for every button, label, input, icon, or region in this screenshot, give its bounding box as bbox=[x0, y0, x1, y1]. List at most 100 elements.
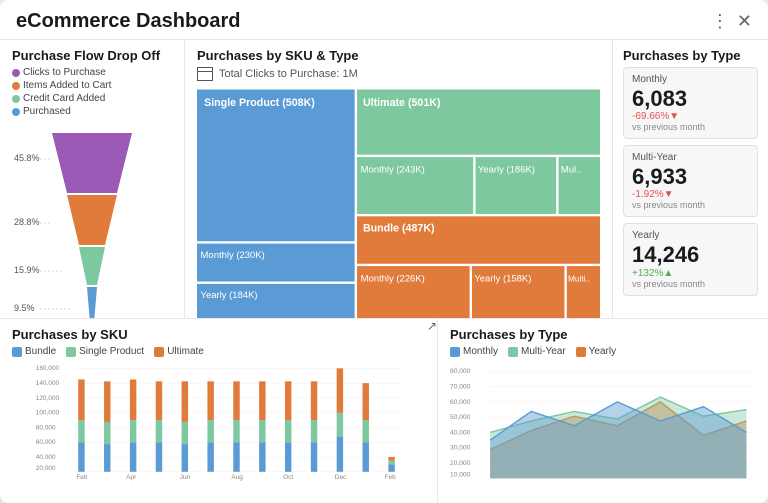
legend-single: Single Product bbox=[66, 346, 144, 357]
svg-text:Dec: Dec bbox=[335, 474, 347, 481]
svg-text:Multi..: Multi.. bbox=[568, 274, 590, 284]
svg-text:120,000: 120,000 bbox=[36, 395, 60, 402]
purchases-by-sku-title: Purchases by SKU bbox=[12, 327, 128, 342]
treemap-header: Total Clicks to Purchase: 1M bbox=[197, 67, 600, 81]
close-icon[interactable]: ✕ bbox=[737, 11, 752, 32]
purchases-by-type-chart-title: Purchases by Type bbox=[450, 327, 756, 342]
legend-label-cc: Credit Card Added bbox=[23, 93, 105, 104]
purchases-sku-type-panel: Purchases by SKU & Type Total Clicks to … bbox=[185, 40, 613, 318]
svg-text:Yearly (158K): Yearly (158K) bbox=[474, 274, 531, 285]
svg-text:160,000: 160,000 bbox=[36, 365, 60, 372]
main-content: Purchase Flow Drop Off Clicks to Purchas… bbox=[0, 40, 768, 318]
legend-label-yearly-type: Yearly bbox=[589, 346, 616, 357]
legend-item-cart: Items Added to Cart bbox=[12, 80, 111, 91]
sku-chart-legend: Bundle Single Product Ultimate bbox=[12, 346, 425, 357]
svg-text:140,000: 140,000 bbox=[36, 380, 60, 387]
legend-dot-purchased bbox=[12, 108, 20, 116]
sku-bar-chart: 160,000 140,000 120,000 100,000 80,000 6… bbox=[12, 361, 425, 481]
treemap-icon bbox=[197, 67, 213, 81]
stat-card-monthly: Monthly 6,083 -69.66%▼ vs previous month bbox=[623, 67, 758, 139]
funnel-layer-orange bbox=[67, 195, 117, 245]
svg-text:70,000: 70,000 bbox=[450, 383, 471, 390]
stat-change-multiyear: -1.92%▼ bbox=[632, 189, 749, 200]
legend-ultimate: Ultimate bbox=[154, 346, 204, 357]
purchases-by-type-chart-panel: Purchases by Type Monthly Multi-Year Yea… bbox=[438, 319, 768, 503]
svg-text:Yearly (184K): Yearly (184K) bbox=[201, 290, 258, 301]
legend-label-clicks: Clicks to Purchase bbox=[23, 67, 106, 78]
legend-dot-ultimate bbox=[154, 347, 164, 357]
stat-value-multiyear: 6,933 bbox=[632, 165, 749, 189]
funnel-chart: 45.8% 28.8% 15.9% 9.5% bbox=[12, 123, 172, 318]
stat-card-yearly: Yearly 14,246 +132%▲ vs previous month bbox=[623, 223, 758, 295]
svg-text:Single Product (508K): Single Product (508K) bbox=[204, 97, 315, 109]
svg-text:Ultimate (501K): Ultimate (501K) bbox=[363, 97, 441, 109]
legend-label-purchased: Purchased bbox=[23, 106, 71, 117]
stat-change-monthly: -69.66%▼ bbox=[632, 111, 749, 122]
expand-icon[interactable]: ↗ bbox=[427, 319, 437, 333]
legend-label-bundle: Bundle bbox=[25, 346, 56, 357]
legend-dot-monthly-type bbox=[450, 347, 460, 357]
svg-text:28.8%: 28.8% bbox=[14, 217, 40, 227]
svg-text:45.8%: 45.8% bbox=[14, 153, 40, 163]
stat-cards-container: Monthly 6,083 -69.66%▼ vs previous month… bbox=[623, 67, 758, 310]
funnel-layer-blue bbox=[87, 287, 97, 318]
legend-dot-yearly-type bbox=[576, 347, 586, 357]
svg-text:15.9%: 15.9% bbox=[14, 265, 40, 275]
legend-item-clicks: Clicks to Purchase bbox=[12, 67, 106, 78]
svg-text:40,000: 40,000 bbox=[36, 454, 56, 461]
legend-item-cc: Credit Card Added bbox=[12, 93, 105, 104]
legend-label-ultimate: Ultimate bbox=[167, 346, 204, 357]
svg-text:Jun: Jun bbox=[180, 474, 191, 481]
svg-text:Mul..: Mul.. bbox=[561, 164, 582, 175]
legend-dot-clicks bbox=[12, 69, 20, 77]
svg-text:9.5%: 9.5% bbox=[14, 303, 35, 313]
svg-text:Monthly (230K): Monthly (230K) bbox=[201, 250, 265, 261]
type-chart-area: 80,000 70,000 60,000 50,000 40,000 30,00… bbox=[450, 361, 756, 486]
stat-vs-yearly: vs previous month bbox=[632, 279, 749, 289]
svg-text:Yearly (186K): Yearly (186K) bbox=[478, 164, 535, 175]
cell-single-product bbox=[197, 89, 355, 241]
stat-vs-monthly: vs previous month bbox=[632, 122, 749, 132]
legend-label-monthly-type: Monthly bbox=[463, 346, 498, 357]
menu-icon[interactable]: ⋮ bbox=[711, 11, 729, 32]
header: eCommerce Dashboard ⋮ ✕ bbox=[0, 0, 768, 40]
svg-text:20,000: 20,000 bbox=[450, 460, 471, 467]
svg-text:50,000: 50,000 bbox=[450, 414, 471, 421]
legend-yearly-type: Yearly bbox=[576, 346, 616, 357]
legend-dot-cc bbox=[12, 95, 20, 103]
svg-text:20,000: 20,000 bbox=[36, 465, 56, 472]
svg-text:Monthly (243K): Monthly (243K) bbox=[361, 164, 425, 175]
type-chart-legend: Monthly Multi-Year Yearly bbox=[450, 346, 756, 357]
legend-monthly-type: Monthly bbox=[450, 346, 498, 357]
legend-label-cart: Items Added to Cart bbox=[23, 80, 111, 91]
legend-item-purchased: Purchased bbox=[12, 106, 71, 117]
stat-vs-multiyear: vs previous month bbox=[632, 200, 749, 210]
legend-dot-multiyear-type bbox=[508, 347, 518, 357]
svg-text:Aug: Aug bbox=[231, 474, 243, 481]
legend-dot-bundle bbox=[12, 347, 22, 357]
purchases-sku-type-title: Purchases by SKU & Type bbox=[197, 48, 600, 63]
header-actions: ⋮ ✕ bbox=[711, 11, 752, 32]
dashboard: eCommerce Dashboard ⋮ ✕ Purchase Flow Dr… bbox=[0, 0, 768, 503]
bottom-row: Purchases by SKU ↗ Bundle Single Product… bbox=[0, 318, 768, 503]
svg-text:60,000: 60,000 bbox=[450, 399, 471, 406]
stat-label-monthly: Monthly bbox=[632, 74, 749, 85]
funnel-layer-purple bbox=[52, 133, 132, 193]
svg-text:30,000: 30,000 bbox=[450, 445, 471, 452]
stat-card-multiyear: Multi-Year 6,933 -1.92%▼ vs previous mon… bbox=[623, 145, 758, 217]
svg-text:60,000: 60,000 bbox=[36, 439, 56, 446]
legend-dot-single bbox=[66, 347, 76, 357]
treemap-container: Single Product (508K) Ultimate (501K) Mo… bbox=[197, 87, 600, 318]
purchases-by-type-panel: Purchases by Type Monthly 6,083 -69.66%▼… bbox=[613, 40, 768, 318]
dashboard-title: eCommerce Dashboard bbox=[16, 10, 241, 33]
treemap-subtitle: Total Clicks to Purchase: 1M bbox=[219, 68, 358, 80]
svg-text:Monthly (226K): Monthly (226K) bbox=[361, 274, 425, 285]
stat-value-yearly: 14,246 bbox=[632, 243, 749, 267]
funnel-svg: 45.8% 28.8% 15.9% 9.5% bbox=[12, 123, 172, 318]
legend-multiyear-type: Multi-Year bbox=[508, 346, 566, 357]
type-area-chart: 80,000 70,000 60,000 50,000 40,000 30,00… bbox=[450, 361, 756, 481]
svg-text:Oct: Oct bbox=[283, 474, 293, 481]
treemap-svg: Single Product (508K) Ultimate (501K) Mo… bbox=[197, 87, 600, 318]
purchases-by-sku-panel: Purchases by SKU ↗ Bundle Single Product… bbox=[0, 319, 438, 503]
legend-label-single: Single Product bbox=[79, 346, 144, 357]
